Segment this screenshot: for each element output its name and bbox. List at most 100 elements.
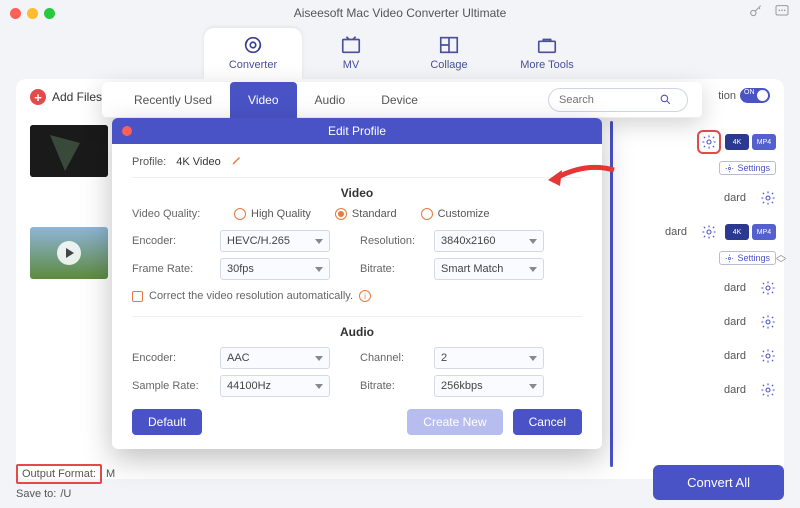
format-option-6[interactable]: dard <box>622 339 776 373</box>
bottom-bar: Output Format: M Save to: /U Convert All <box>16 464 784 500</box>
format-options-column: 4K MP4 Settings dard dard 4KMP4 Settings… <box>614 121 784 467</box>
chevron-down-icon <box>315 356 323 361</box>
search-input[interactable] <box>559 94 659 106</box>
format-picker-panel: Recently Used Video Audio Device tion ON <box>102 82 702 118</box>
chevron-down-icon <box>529 267 537 272</box>
quality-high[interactable]: High Quality <box>234 208 311 220</box>
modal-buttons: Default Create New Cancel <box>132 409 582 435</box>
quality-standard[interactable]: Standard <box>335 208 397 220</box>
add-files-label: Add Files <box>52 90 102 104</box>
tab-mv-label: MV <box>343 59 360 71</box>
audio-bitrate-select[interactable]: 256kbps <box>434 375 544 397</box>
format-chip: 4K MP4 <box>725 134 776 150</box>
format-option-2[interactable]: dard <box>622 181 776 215</box>
encoder-select[interactable]: HEVC/H.265 <box>220 230 330 252</box>
info-icon[interactable]: i <box>359 290 371 302</box>
convert-all-button[interactable]: Convert All <box>653 465 784 500</box>
gear-icon[interactable] <box>760 382 776 398</box>
format-option-4[interactable]: dard <box>622 271 776 305</box>
gear-icon[interactable] <box>760 348 776 364</box>
gear-icon[interactable] <box>701 134 717 150</box>
gear-icon[interactable] <box>760 280 776 296</box>
format-settings-button[interactable]: Settings <box>719 251 776 265</box>
hw-accel-toggle[interactable]: tion ON <box>718 88 770 103</box>
titlebar: Aiseesoft Mac Video Converter Ultimate <box>0 0 800 26</box>
toggle-icon[interactable]: ON <box>740 88 770 103</box>
audio-encoder-select[interactable]: AAC <box>220 347 330 369</box>
chevron-down-icon <box>315 267 323 272</box>
gear-icon[interactable] <box>760 190 776 206</box>
tab-converter[interactable]: Converter <box>204 28 302 79</box>
quality-customize[interactable]: Customize <box>421 208 490 220</box>
chevron-down-icon <box>529 384 537 389</box>
radio-icon <box>421 208 433 220</box>
video-thumbnail-1[interactable] <box>30 125 108 177</box>
gear-icon[interactable] <box>760 314 776 330</box>
save-to-path[interactable]: /U <box>60 488 71 500</box>
framerate-select[interactable]: 30fps <box>220 258 330 280</box>
chevron-down-icon <box>315 384 323 389</box>
format-settings-button[interactable]: Settings <box>719 161 776 175</box>
format-option-1[interactable]: 4K MP4 <box>622 125 776 159</box>
tab-collage-label: Collage <box>430 59 467 71</box>
add-icon: + <box>30 89 46 105</box>
edit-profile-name-icon[interactable] <box>231 154 243 169</box>
format-search[interactable] <box>548 88 688 112</box>
resolution-select[interactable]: 3840x2160 <box>434 230 544 252</box>
format-option-3[interactable]: dard 4KMP4 <box>622 215 776 249</box>
main-tabs: Converter MV Collage More Tools <box>0 28 800 79</box>
profile-label: Profile: <box>132 156 166 168</box>
chevron-down-icon <box>529 356 537 361</box>
app-title: Aiseesoft Mac Video Converter Ultimate <box>0 6 800 20</box>
video-quality-row: Video Quality: High Quality Standard Cus… <box>132 208 582 220</box>
audio-encoder-label: Encoder: <box>132 352 210 364</box>
bitrate-label: Bitrate: <box>360 263 424 275</box>
channel-label: Channel: <box>360 352 424 364</box>
format-tabs: Recently Used Video Audio Device <box>102 82 702 118</box>
framerate-label: Frame Rate: <box>132 263 210 275</box>
modal-title: Edit Profile <box>112 124 602 138</box>
format-option-5[interactable]: dard <box>622 305 776 339</box>
video-thumbnail-2[interactable] <box>30 227 108 279</box>
create-new-button[interactable]: Create New <box>407 409 502 435</box>
resolution-label: Resolution: <box>360 235 424 247</box>
play-icon[interactable] <box>57 241 81 265</box>
chip-mp4: MP4 <box>752 134 776 150</box>
output-format-label: Output Format: <box>16 464 102 484</box>
chevron-down-icon <box>315 239 323 244</box>
encoder-label: Encoder: <box>132 235 210 247</box>
samplerate-label: Sample Rate: <box>132 380 210 392</box>
save-to-label: Save to: <box>16 488 56 500</box>
radio-icon <box>234 208 246 220</box>
quality-label: Video Quality: <box>132 208 210 220</box>
scroll-carets[interactable]: ︿﹀ <box>776 251 786 269</box>
video-section-header: Video <box>132 186 582 200</box>
output-format-value[interactable]: M <box>106 468 115 480</box>
tab-more-tools[interactable]: More Tools <box>498 28 596 79</box>
default-button[interactable]: Default <box>132 409 202 435</box>
format-tab-device[interactable]: Device <box>363 82 436 118</box>
tab-more-label: More Tools <box>520 59 574 71</box>
audio-bitrate-label: Bitrate: <box>360 380 424 392</box>
modal-titlebar: Edit Profile <box>112 118 602 144</box>
tab-converter-label: Converter <box>229 59 277 71</box>
profile-value: 4K Video <box>176 156 220 168</box>
gear-icon[interactable] <box>701 224 717 240</box>
cancel-button[interactable]: Cancel <box>513 409 582 435</box>
tab-collage[interactable]: Collage <box>400 28 498 79</box>
format-tab-video[interactable]: Video <box>230 82 296 118</box>
search-icon <box>659 93 672 106</box>
bitrate-select[interactable]: Smart Match <box>434 258 544 280</box>
tab-mv[interactable]: MV <box>302 28 400 79</box>
chip-4k: 4K <box>725 134 749 150</box>
channel-select[interactable]: 2 <box>434 347 544 369</box>
samplerate-select[interactable]: 44100Hz <box>220 375 330 397</box>
format-tab-recent[interactable]: Recently Used <box>116 82 230 118</box>
audio-section-header: Audio <box>132 325 582 339</box>
format-option-7[interactable]: dard <box>622 373 776 407</box>
auto-resolution-checkbox[interactable]: Correct the video resolution automatical… <box>132 290 582 302</box>
annotation-arrow <box>546 160 616 195</box>
edit-profile-modal: Edit Profile Profile: 4K Video Video Vid… <box>112 118 602 449</box>
format-tab-audio[interactable]: Audio <box>297 82 364 118</box>
profile-row: Profile: 4K Video <box>132 154 582 178</box>
